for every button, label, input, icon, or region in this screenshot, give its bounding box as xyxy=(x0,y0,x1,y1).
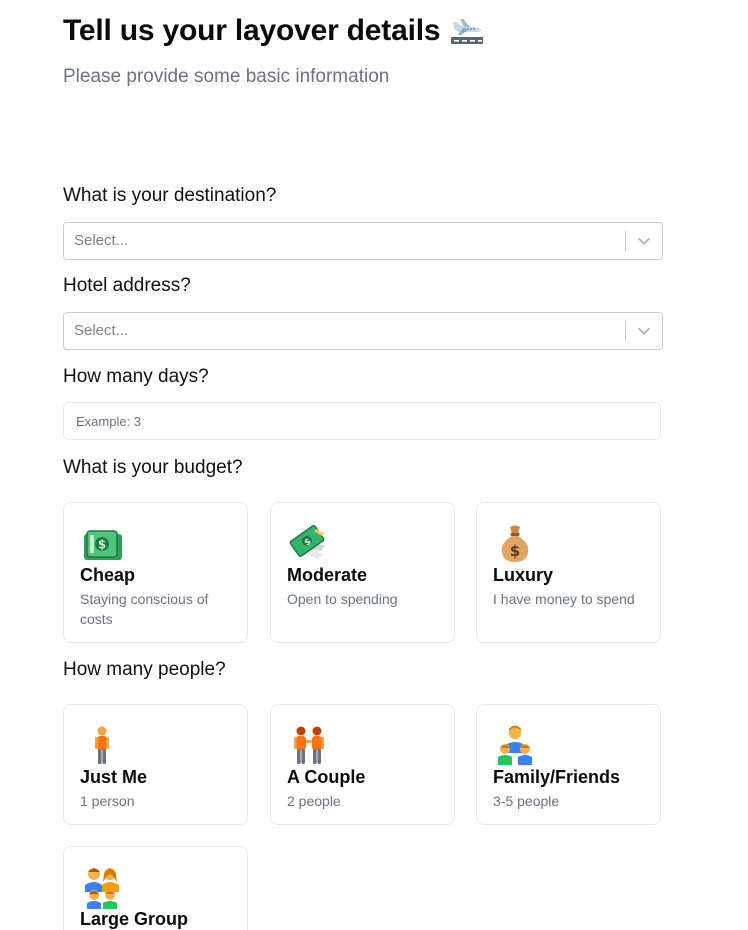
layover-form-page: Tell us your layover details Please prov… xyxy=(0,0,748,930)
hotel-select-placeholder: Select... xyxy=(74,322,129,339)
days-label: How many days? xyxy=(63,366,209,387)
title-row: Tell us your layover details xyxy=(63,14,484,48)
budget-option-cheap[interactable]: $ Cheap Staying conscious of costs xyxy=(63,502,248,643)
family-icon xyxy=(498,725,532,765)
budget-option-luxury[interactable]: $ Luxury I have money to spend xyxy=(476,502,661,643)
people-option-title: A Couple xyxy=(287,767,366,787)
page-title: Tell us your layover details xyxy=(63,14,441,47)
page-subtitle: Please provide some basic information xyxy=(63,66,390,87)
svg-text:$: $ xyxy=(98,538,106,552)
chevron-down-icon[interactable] xyxy=(635,232,653,250)
people-option-large-group[interactable]: Large Group xyxy=(63,846,248,930)
svg-text:$: $ xyxy=(510,542,520,560)
people-option-desc: 1 person xyxy=(80,793,135,809)
hotel-address-select[interactable]: Select... xyxy=(63,312,663,350)
select-separator xyxy=(625,321,626,341)
people-option-title: Family/Friends xyxy=(493,767,621,787)
budget-option-desc: Staying conscious of costs xyxy=(80,591,209,627)
person-standing-icon xyxy=(95,726,109,764)
budget-option-title: Cheap xyxy=(80,565,136,585)
chevron-down-icon[interactable] xyxy=(635,322,653,340)
money-with-wings-icon: $ xyxy=(289,525,325,559)
budget-option-title: Moderate xyxy=(287,565,368,585)
budget-label: What is your budget? xyxy=(63,457,243,478)
destination-select[interactable]: Select... xyxy=(63,222,663,260)
destination-select-placeholder: Select... xyxy=(74,232,129,249)
people-option-family[interactable]: Family/Friends 3-5 people xyxy=(476,704,661,825)
airplane-departure-icon xyxy=(451,19,484,44)
people-option-just-me[interactable]: Just Me 1 person xyxy=(63,704,248,825)
budget-option-moderate[interactable]: $ Moderate Open to spending xyxy=(270,502,455,643)
money-bag-icon: $ xyxy=(501,525,529,562)
budget-option-desc: Open to spending xyxy=(287,591,398,607)
dollar-banknote-icon: $ xyxy=(84,530,122,560)
select-separator xyxy=(625,231,626,251)
days-input[interactable] xyxy=(63,402,661,440)
people-option-desc: 2 people xyxy=(287,793,341,809)
people-option-title: Just Me xyxy=(80,767,148,787)
people-option-title: Large Group xyxy=(80,909,189,929)
people-option-desc: 3-5 people xyxy=(493,793,560,809)
group-icon xyxy=(85,868,119,909)
two-people-icon xyxy=(294,726,324,764)
hotel-address-label: Hotel address? xyxy=(63,275,191,296)
destination-label: What is your destination? xyxy=(63,185,277,206)
budget-option-desc: I have money to spend xyxy=(493,591,635,607)
people-option-couple[interactable]: A Couple 2 people xyxy=(270,704,455,825)
people-label: How many people? xyxy=(63,659,226,680)
budget-option-title: Luxury xyxy=(493,565,554,585)
